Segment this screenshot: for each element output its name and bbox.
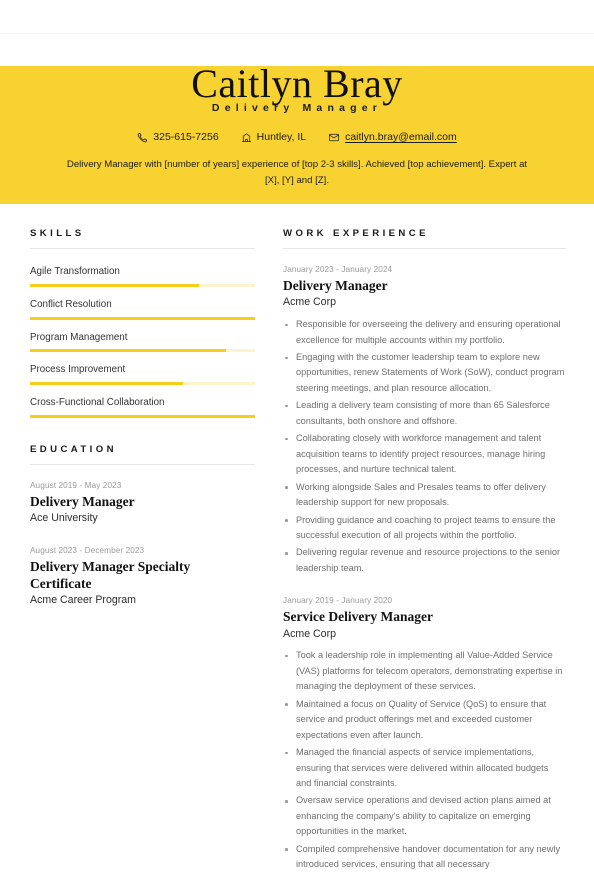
- contact-email-text: caitlyn.bray@email.com: [345, 131, 457, 143]
- work-entry-title: Service Delivery Manager: [283, 609, 433, 625]
- education-entry: August 2023 - December 2023 Delivery Man…: [30, 528, 255, 608]
- page-top-margin: [0, 0, 594, 33]
- left-column: SKILLS Agile Transformation Conflict Res…: [30, 228, 255, 610]
- skill-item: Cross-Functional Collaboration: [30, 385, 255, 418]
- education-entry: August 2019 - May 2023 Delivery Manager …: [30, 470, 255, 526]
- skills-section-heading: SKILLS: [30, 228, 255, 250]
- work-entry: January 2019 - January 2020 Service Deli…: [283, 578, 566, 872]
- envelope-icon: [328, 132, 340, 143]
- work-experience-section: WORK EXPERIENCE January 2023 - January 2…: [283, 228, 566, 873]
- work-entry-bullets: Responsible for overseeing the delivery …: [283, 317, 566, 576]
- bullet-item: Working alongside Sales and Presales tea…: [283, 480, 566, 511]
- bullet-item: Managed the financial aspects of service…: [283, 745, 566, 791]
- contact-location-text: Huntley, IL: [256, 131, 307, 143]
- work-entry-date: January 2019 - January 2020: [283, 596, 393, 606]
- right-column: WORK EXPERIENCE January 2023 - January 2…: [283, 228, 566, 875]
- skill-item: Process Improvement: [30, 352, 255, 386]
- skill-level-fill: [30, 316, 255, 320]
- contact-phone-text: 325-615-7256: [153, 131, 219, 143]
- work-entry-title: Delivery Manager: [283, 278, 388, 294]
- bullet-item: Collaborating closely with workforce man…: [283, 431, 566, 477]
- bullet-item: Delivering regular revenue and resource …: [283, 545, 566, 576]
- bullet-item: Took a leadership role in implementing a…: [283, 648, 566, 694]
- education-entry-institution: Ace University: [30, 512, 98, 525]
- work-experience-section-heading: WORK EXPERIENCE: [283, 228, 566, 250]
- contact-location: Huntley, IL: [241, 131, 306, 143]
- bullet-item: Oversaw service operations and devised a…: [283, 793, 566, 839]
- bullet-item: Engaging with the customer leadership te…: [283, 350, 566, 396]
- work-entry-company: Acme Corp: [283, 296, 336, 309]
- skill-level-track: [30, 283, 255, 287]
- skill-level-fill: [30, 382, 183, 386]
- bullet-item: Compiled comprehensive handover document…: [283, 842, 566, 873]
- bullet-item: Maintained a focus on Quality of Service…: [283, 697, 566, 743]
- work-entry-company: Acme Corp: [283, 627, 336, 640]
- contact-email[interactable]: caitlyn.bray@email.com: [328, 131, 457, 143]
- skill-label: Agile Transformation: [30, 266, 120, 278]
- education-entry-date: August 2023 - December 2023: [30, 545, 145, 555]
- bullet-item: Leading a delivery team consisting of mo…: [283, 398, 566, 429]
- work-entry-bullets: Took a leadership role in implementing a…: [283, 648, 566, 872]
- skills-section: SKILLS Agile Transformation Conflict Res…: [30, 228, 255, 418]
- resume-header-band: Caitlyn Bray Delivery Manager 325-615-72…: [0, 61, 594, 205]
- skill-item: Conflict Resolution: [30, 287, 255, 320]
- education-section: EDUCATION August 2019 - May 2023 Deliver…: [30, 444, 255, 608]
- work-entry-date: January 2023 - January 2024: [283, 265, 393, 275]
- location-building-icon: [241, 132, 252, 143]
- skill-level-track: [30, 349, 255, 353]
- phone-icon: [137, 132, 148, 143]
- education-section-heading: EDUCATION: [30, 444, 255, 465]
- professional-summary: Delivery Manager with [number of years] …: [66, 159, 528, 186]
- education-entry-institution: Acme Career Program: [30, 594, 136, 607]
- skill-level-fill: [30, 283, 199, 287]
- skill-level-track: [30, 382, 255, 386]
- work-entry: January 2023 - January 2024 Delivery Man…: [283, 254, 566, 576]
- education-entry-title: Delivery Manager Specialty Certificate: [30, 558, 191, 592]
- skill-level-track: [30, 316, 255, 320]
- education-entry-title: Delivery Manager: [30, 493, 135, 509]
- skill-level-fill: [30, 414, 255, 418]
- skill-label: Program Management: [30, 331, 128, 343]
- bullet-item: Responsible for overseeing the delivery …: [283, 317, 566, 348]
- contact-row: 325-615-7256 Huntley, IL caitlyn.bray@em…: [0, 131, 594, 143]
- skill-item: Agile Transformation: [30, 254, 255, 287]
- resume-body: SKILLS Agile Transformation Conflict Res…: [0, 204, 594, 875]
- skill-label: Conflict Resolution: [30, 298, 112, 310]
- bullet-item: Providing guidance and coaching to proje…: [283, 513, 566, 544]
- candidate-name: Caitlyn Bray: [191, 61, 403, 106]
- contact-phone[interactable]: 325-615-7256: [137, 131, 219, 143]
- skill-label: Cross-Functional Collaboration: [30, 397, 165, 409]
- education-entry-date: August 2019 - May 2023: [30, 480, 122, 490]
- skill-item: Program Management: [30, 320, 255, 353]
- skill-level-track: [30, 414, 255, 418]
- skill-label: Process Improvement: [30, 364, 126, 376]
- skill-level-fill: [30, 349, 226, 353]
